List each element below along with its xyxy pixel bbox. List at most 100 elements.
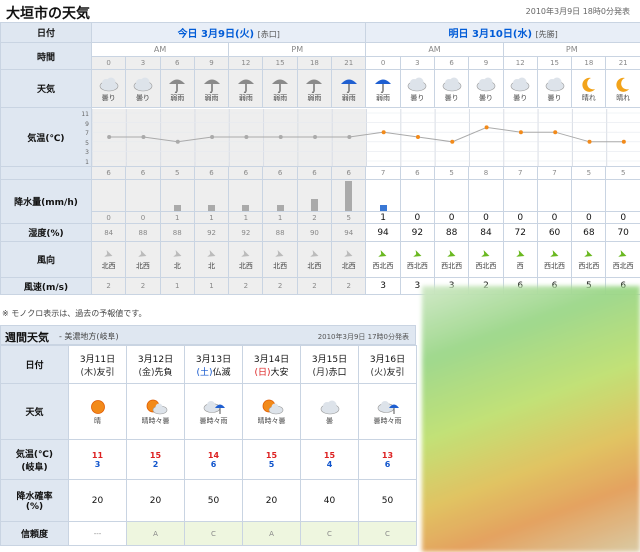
hour-cell: 15: [262, 56, 298, 70]
precip-bar: [310, 199, 318, 211]
humidity-value: 88: [125, 223, 161, 242]
humidity-value: 92: [228, 223, 264, 242]
weekly-label-weather: 天気: [0, 383, 69, 440]
weather-text: 弱雨: [376, 93, 391, 102]
precip-value: 2: [296, 211, 333, 224]
weekly-dow: (火)友引: [370, 367, 405, 378]
temp-axis-tick: 11: [81, 111, 89, 118]
weekly-weather-text: 曇時々雨: [373, 416, 402, 425]
precip-bar: [208, 205, 216, 211]
row-label-wind-speed: 風速(m/s): [0, 277, 92, 295]
wind-dir-cell: ➤ 西北西: [468, 241, 504, 278]
hour-cell: 6: [159, 56, 195, 70]
wind-dir-cell: ➤ 西: [502, 241, 538, 278]
temp-point: [587, 139, 592, 144]
weekly-temp-cell: 15 5: [242, 439, 301, 480]
row-label-precip: 降水量(mm/h): [0, 179, 92, 224]
humidity-value: 84: [468, 223, 504, 242]
wind-dir-cell: ➤ 西北西: [399, 241, 436, 278]
weather-cell: 晴れ: [571, 69, 607, 108]
cloud-icon: [510, 77, 530, 91]
weekly-reliability: ---: [68, 521, 127, 546]
precip-value: 0: [399, 211, 436, 224]
temp-chart-cell: [91, 107, 640, 167]
weather-cell: 曇り: [536, 69, 573, 108]
weekly-title: 週間天気: [5, 331, 49, 344]
weekly-weather-cell: 曇時々雨: [358, 383, 417, 440]
weather-text: 晴れ: [616, 93, 631, 102]
weekly-high: 13: [381, 450, 394, 460]
past-forecast-note: ※ モノクロ表示は、過去の予報値です。: [2, 309, 147, 318]
weekly-date-text: 3月14日: [253, 354, 290, 365]
ampm-label: AM: [90, 42, 230, 57]
precip-bar-cell: [193, 179, 230, 212]
precip-bar-cell: [571, 179, 607, 212]
humidity-value: 94: [331, 223, 367, 242]
sun-cloud-icon: [262, 399, 283, 414]
precip-bar-cell: [536, 179, 573, 212]
precip-value: 0: [125, 211, 161, 224]
humidity-value: 70: [605, 223, 640, 242]
weekly-reliability: A: [242, 521, 301, 546]
weekly-dow: (日)大安: [254, 367, 289, 378]
weekly-pop: 20: [68, 479, 127, 522]
precip-value: 1: [228, 211, 264, 224]
wind-dir-cell: ➤ 西北西: [571, 241, 607, 278]
weather-text: 曇り: [547, 93, 562, 102]
humidity-value: 88: [433, 223, 470, 242]
weather-cell: 弱雨: [159, 69, 195, 108]
precip-value: 1: [365, 211, 401, 224]
weekly-low: 6: [210, 459, 217, 469]
precip-bar-cell: [296, 179, 333, 212]
cloud-icon: [99, 77, 118, 91]
weather-cell: 弱雨: [365, 69, 401, 108]
hour-cell: 12: [502, 56, 538, 70]
weekly-date: 3月15日 (月)赤口: [300, 345, 359, 384]
weekly-temp-cell: 14 6: [184, 439, 243, 480]
wind-dir-cell: ➤ 北西: [90, 241, 127, 278]
temp-point: [484, 124, 489, 129]
weather-cell: 曇り: [90, 69, 127, 108]
hour-cell: 18: [571, 56, 607, 70]
weekly-date: 3月12日 (金)先負: [126, 345, 185, 384]
temp-point: [347, 134, 352, 139]
temp-axis-tick: 3: [85, 149, 89, 156]
weekly-low: 5: [268, 459, 275, 469]
temp-value: 6: [331, 166, 367, 180]
weekly-subtitle: - 美濃地方(岐阜): [59, 332, 119, 341]
weekly-reliability: A: [126, 521, 185, 546]
cloud-icon: [442, 77, 461, 91]
humidity-value: 94: [365, 223, 401, 242]
hour-cell: 6: [433, 56, 470, 70]
temp-axis-tick: 7: [85, 130, 89, 137]
tomorrow-header: 明日 3月10日(水) [先勝]: [365, 22, 640, 43]
wind-dir-cell: ➤ 西北西: [433, 241, 470, 278]
row-label-weather: 天気: [0, 69, 92, 108]
hour-cell: 21: [331, 56, 367, 70]
wind-speed-value: 2: [296, 277, 333, 295]
weather-text: 曇り: [478, 93, 493, 102]
weather-text: 曇り: [444, 93, 459, 102]
temp-point: [278, 134, 283, 139]
temp-point: [415, 134, 420, 139]
weekly-weather-text: 曇: [326, 416, 333, 425]
wind-dir-cell: ➤ 西北西: [605, 241, 640, 278]
weekly-low: 6: [384, 459, 391, 469]
weekly-pop: 40: [300, 479, 359, 522]
precip-value: 0: [605, 211, 640, 224]
weekly-label-reliability: 信頼度: [0, 521, 69, 546]
weekly-published: 2010年3月9日 17時0分発表: [317, 333, 409, 341]
umbrella-icon: [169, 79, 186, 93]
precip-bar-cell: [159, 179, 195, 212]
temp-value: 6: [296, 166, 333, 180]
temp-point: [141, 134, 146, 139]
precip-bar-cell: [502, 179, 538, 212]
humidity-value: 88: [262, 223, 298, 242]
hour-cell: 21: [605, 56, 640, 70]
weekly-pop: 50: [184, 479, 243, 522]
weekly-header: 週間天気 - 美濃地方(岐阜) 2010年3月9日 17時0分発表: [0, 325, 416, 345]
weekly-reliability: C: [300, 521, 359, 546]
row-label-temp: 気温(℃) 11 9 7 5 3 1: [0, 107, 92, 167]
wind-speed-value: 2: [331, 277, 367, 295]
temp-axis-tick: 5: [85, 139, 89, 147]
